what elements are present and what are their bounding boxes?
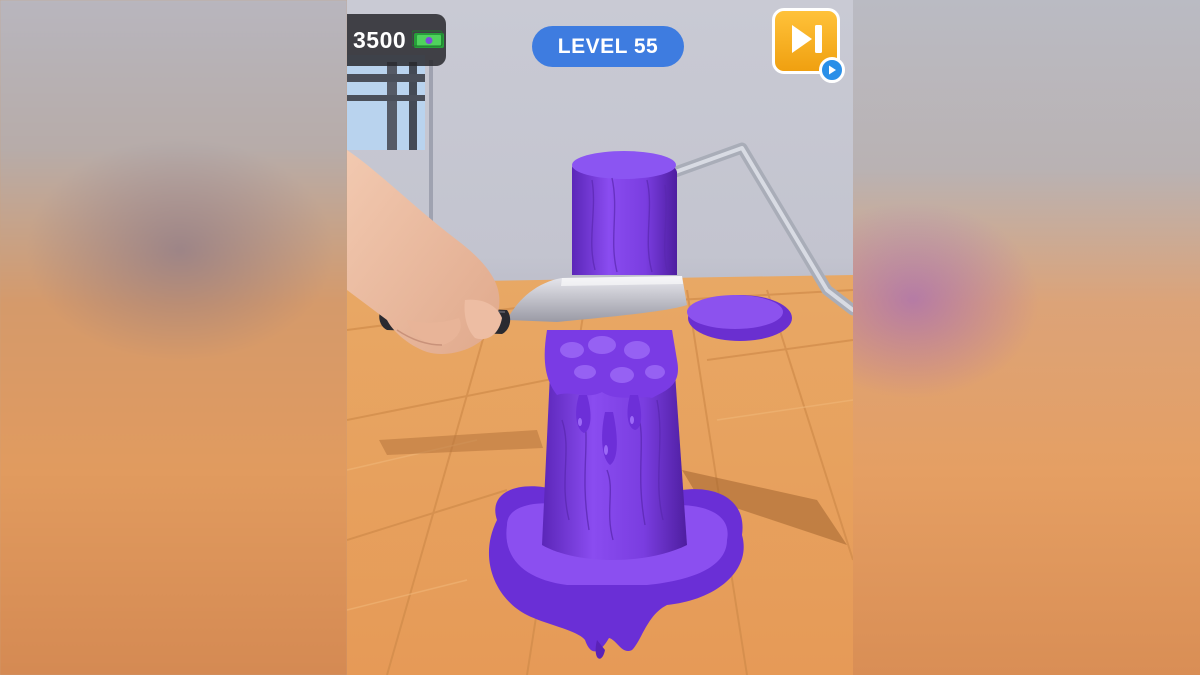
level-indicator: LEVEL 55	[532, 26, 684, 67]
video-ad-icon	[819, 57, 845, 83]
skip-level-icon	[786, 21, 826, 62]
game-scene	[347, 55, 853, 675]
blurred-background-left	[0, 0, 347, 675]
game-viewport[interactable]: 3500 LEVEL 55	[347, 0, 853, 675]
level-label: LEVEL 55	[557, 34, 659, 58]
cash-icon	[411, 30, 446, 50]
money-counter: 3500	[347, 14, 446, 66]
skip-level-button[interactable]	[772, 8, 845, 83]
money-amount: 3500	[353, 26, 407, 53]
blurred-background-right	[853, 0, 1200, 675]
